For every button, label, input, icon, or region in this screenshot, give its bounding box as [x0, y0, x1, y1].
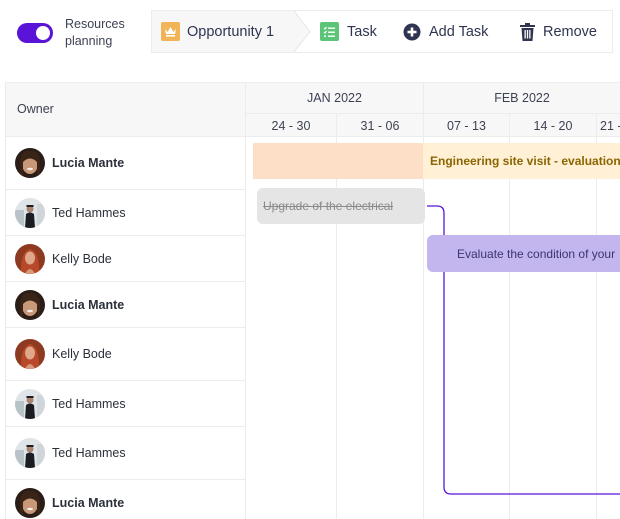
task-list-icon [320, 22, 339, 41]
task-bar-upgrade-electrical[interactable]: Upgrade of the electrical [257, 188, 425, 224]
owner-name: Lucia Mante [52, 156, 125, 170]
task-bar-engineering-site-visit[interactable]: Engineering site visit - evaluation [253, 143, 620, 179]
avatar [15, 339, 45, 369]
owner-row[interactable]: Ted Hammes [5, 427, 246, 480]
owner-name: Ted Hammes [52, 205, 126, 220]
breadcrumb-label: Opportunity 1 [187, 23, 275, 40]
owner-row[interactable]: Lucia Mante [5, 137, 246, 190]
owner-row[interactable]: Lucia Mante [5, 282, 246, 328]
avatar [15, 487, 45, 518]
trash-icon [520, 22, 535, 41]
week-header: 31 - 06 [337, 114, 424, 137]
resources-planning-label: Resources planning [65, 17, 125, 48]
timeline-header: JAN 2022 FEB 2022 24 - 30 31 - 06 07 - 1… [246, 82, 620, 137]
toolbar: Opportunity 1 Task Add Task Remove [151, 10, 613, 53]
owner-name: Lucia Mante [52, 297, 125, 312]
plus-circle-icon [403, 23, 421, 41]
avatar [15, 148, 45, 178]
avatar [15, 289, 45, 320]
week-header: 21 - 27 [600, 118, 620, 133]
resources-planning-toggle[interactable] [17, 23, 53, 43]
task-bar-evaluate-condition[interactable]: Evaluate the condition of your [427, 235, 620, 272]
owner-list: Lucia Mante Ted Hammes Kelly Bode Lucia Man… [5, 137, 246, 519]
breadcrumb-separator [294, 11, 311, 52]
week-header: 07 - 13 [424, 114, 510, 137]
owner-name: Kelly Bode [52, 347, 112, 361]
owner-row[interactable]: Kelly Bode [5, 328, 246, 381]
owner-name: Ted Hammes [52, 446, 126, 460]
month-header: FEB 2022 [424, 83, 620, 114]
owner-column-header[interactable]: Owner [5, 82, 246, 137]
owner-name: Ted Hammes [52, 396, 126, 411]
avatar [15, 438, 45, 468]
owner-name: Kelly Bode [52, 251, 112, 266]
task-label: Task [347, 23, 377, 40]
grid-line [509, 137, 510, 519]
crown-icon [161, 22, 180, 41]
owner-row[interactable]: Lucia Mante [5, 480, 246, 519]
owner-row[interactable]: Kelly Bode [5, 236, 246, 282]
breadcrumb-opportunity[interactable]: Opportunity 1 [152, 11, 294, 52]
toggle-knob [36, 26, 50, 40]
avatar [15, 243, 45, 274]
avatar [15, 388, 45, 419]
add-task-button[interactable]: Add Task [403, 11, 488, 52]
add-task-label: Add Task [429, 23, 489, 40]
week-header: 24 - 30 [246, 114, 337, 137]
grid-line [596, 137, 597, 519]
remove-button[interactable]: Remove [520, 11, 597, 52]
avatar [15, 197, 45, 228]
month-header: JAN 2022 [246, 83, 424, 114]
owner-row[interactable]: Ted Hammes [5, 190, 246, 236]
remove-label: Remove [543, 23, 597, 40]
week-header: 14 - 20 [510, 114, 597, 137]
owner-name: Lucia Mante [52, 495, 125, 510]
task-button[interactable]: Task [320, 11, 377, 52]
owner-row[interactable]: Ted Hammes [5, 381, 246, 427]
